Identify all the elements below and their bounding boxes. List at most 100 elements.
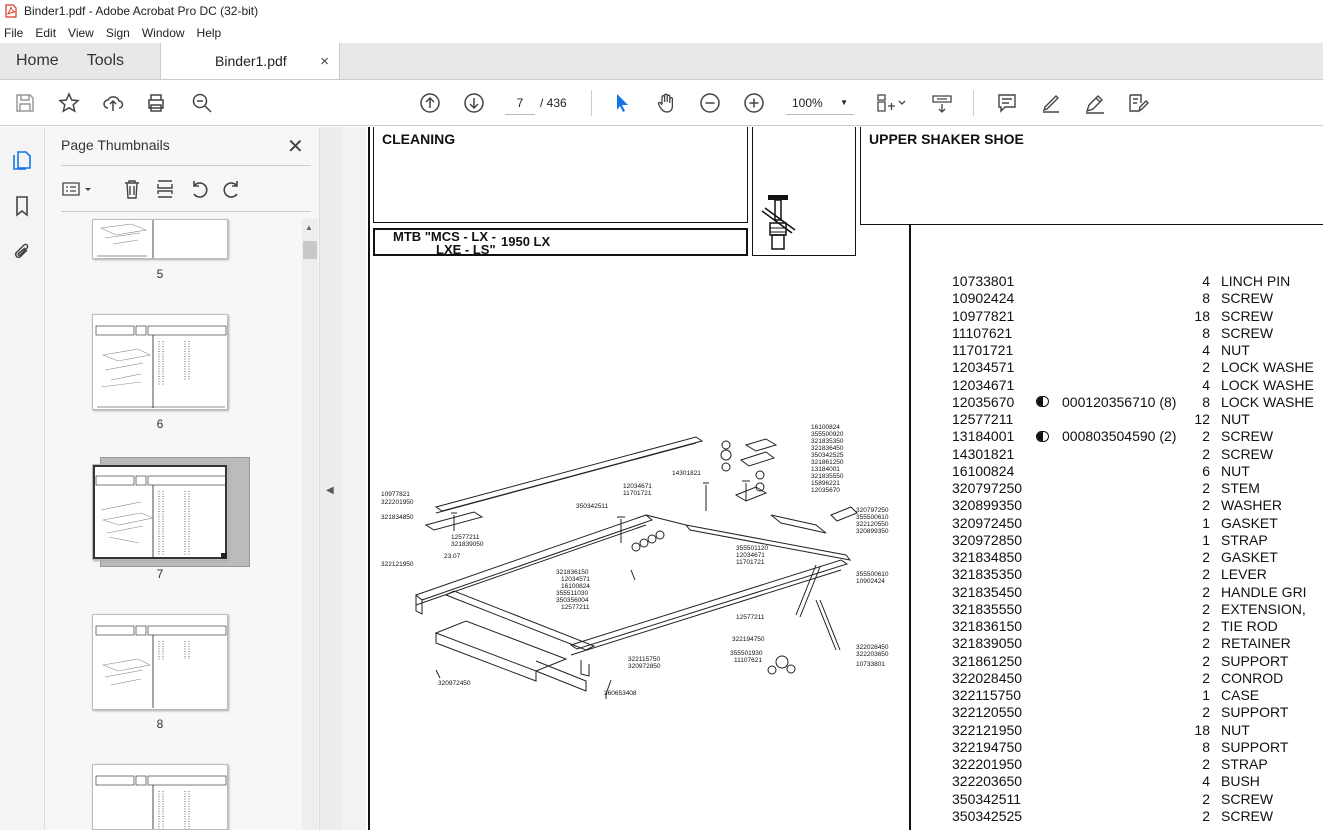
close-tab-icon[interactable]: × (320, 53, 329, 70)
part-number: 14301821 (952, 445, 1015, 462)
part-quantity: 2 (1202, 549, 1210, 565)
part-number: 11107621 (952, 324, 1013, 341)
print-icon[interactable] (144, 91, 168, 115)
rotate-cw-icon[interactable] (221, 178, 243, 203)
extract-page-icon[interactable] (154, 178, 176, 203)
collapse-panel-icon[interactable]: ◀ (326, 485, 334, 496)
zoom-in-icon[interactable] (742, 91, 766, 115)
fill-sign-icon[interactable] (1126, 91, 1150, 115)
find-zoom-icon[interactable] (190, 91, 214, 115)
close-panel-icon[interactable]: ✕ (287, 134, 304, 159)
parts-row: 12034671 4 LOCK WASHE (366, 377, 1323, 394)
rotate-ccw-icon[interactable] (188, 178, 210, 203)
part-description: SUPPORT (1221, 704, 1289, 721)
thumbnails-panel: Page Thumbnails ✕ ▲ 5 6 7 8 (45, 127, 320, 830)
thumbnail-current-view-frame[interactable] (93, 465, 227, 559)
part-description: NUT (1221, 462, 1250, 479)
parts-row: 16100824 6 NUT (366, 463, 1323, 480)
model-line-2: LXE - LS" (436, 242, 496, 257)
thumbnail-page-7[interactable] (92, 464, 228, 560)
menu-window[interactable]: Window (142, 26, 185, 40)
part-number: 320972450 (952, 514, 1023, 531)
view-resize-handle[interactable] (221, 553, 227, 559)
menu-view[interactable]: View (68, 26, 94, 40)
menu-edit[interactable]: Edit (35, 26, 56, 40)
part-quantity: 2 (1202, 445, 1210, 462)
parts-row: 11107621 8 SCREW (366, 325, 1323, 342)
comment-icon[interactable] (995, 91, 1019, 115)
part-quantity: 12 (1194, 411, 1210, 427)
part-description: SUPPORT (1221, 738, 1289, 755)
next-page-icon[interactable] (462, 91, 486, 115)
part-number: 350342525 (952, 807, 1023, 824)
part-number: 12035670 (952, 393, 1015, 410)
menu-file[interactable]: File (4, 26, 23, 40)
part-number: 10977821 (952, 307, 1015, 324)
part-number: 322028450 (952, 669, 1023, 686)
part-description: SCREW (1221, 790, 1274, 807)
zoom-out-icon[interactable] (698, 91, 722, 115)
part-description: STRAP (1221, 531, 1268, 548)
delete-page-icon[interactable] (121, 178, 143, 203)
part-description: SCREW (1221, 324, 1274, 341)
part-description: SCREW (1221, 807, 1274, 824)
part-number: 11701721 (952, 342, 1014, 358)
parts-row: 322115750 1 CASE (366, 687, 1323, 704)
attachments-icon[interactable] (11, 241, 33, 263)
hand-tool-icon[interactable] (654, 91, 678, 115)
draw-sign-icon[interactable] (1083, 91, 1107, 115)
upload-icon[interactable] (101, 91, 125, 115)
parts-row: 321836150 2 TIE ROD (366, 618, 1323, 635)
scroll-mode-icon[interactable] (930, 91, 954, 115)
part-description: CASE (1221, 687, 1260, 703)
part-description: SCREW (1221, 307, 1274, 324)
tab-home[interactable]: Home (0, 43, 73, 79)
menu-sign[interactable]: Sign (106, 26, 130, 40)
bookmark-star-icon[interactable] (57, 91, 81, 115)
bookmarks-icon[interactable] (11, 195, 33, 217)
half-filled-circle-icon (1036, 430, 1049, 442)
parts-row: 320797250 2 STEM (366, 480, 1323, 497)
thumbnail-scrollbar[interactable]: ▲ (302, 219, 318, 830)
parts-row: 321861250 2 SUPPORT (366, 653, 1323, 670)
pdf-page: CLEANING MTB "MCS - LX - LXE - LS" 1950 … (366, 127, 1323, 830)
select-cursor-icon[interactable] (610, 91, 634, 115)
part-number: 10902424 (952, 290, 1015, 307)
parts-row: 322120550 2 SUPPORT (366, 704, 1323, 721)
zoom-value: 100% (792, 95, 823, 110)
part-description: NUT (1221, 411, 1250, 427)
part-number: 321835450 (952, 583, 1023, 600)
highlight-pen-icon[interactable] (1039, 91, 1063, 115)
parts-row: 322028450 2 CONROD (366, 670, 1323, 687)
page-number-input[interactable]: 7 (505, 91, 535, 115)
part-quantity: 4 (1202, 376, 1210, 393)
tab-tools[interactable]: Tools (73, 43, 138, 79)
tab-document[interactable]: Binder1.pdf × (160, 43, 341, 79)
part-description: LEVER (1221, 566, 1267, 583)
part-description: BUSH (1221, 773, 1260, 790)
page-thumbnails-icon[interactable] (11, 149, 33, 171)
part-number: 320972850 (952, 531, 1023, 548)
part-description: HANDLE GRI (1221, 583, 1307, 600)
thumbnail-options-icon[interactable] (61, 179, 95, 202)
part-quantity: 2 (1202, 600, 1210, 617)
zoom-select[interactable]: 100% ▼ (786, 91, 854, 115)
part-number: 12034671 (952, 376, 1015, 393)
save-icon[interactable] (13, 91, 37, 115)
thumbnail-page-6[interactable] (92, 314, 228, 410)
part-quantity: 2 (1202, 790, 1210, 807)
panel-collapse-bar[interactable]: ◀ (320, 127, 342, 830)
thumbnail-page-8[interactable] (92, 614, 228, 710)
page-fit-icon[interactable] (874, 91, 910, 115)
parts-row: 320899350 2 WASHER (366, 497, 1323, 514)
parts-row: 12034571 2 LOCK WASHE (366, 359, 1323, 376)
menu-help[interactable]: Help (197, 26, 222, 40)
scrollbar-thumb[interactable] (303, 241, 317, 259)
part-title: UPPER SHAKER SHOE (869, 131, 1024, 147)
previous-page-icon[interactable] (418, 91, 442, 115)
thumbnail-page-9[interactable] (92, 764, 228, 830)
thumbnail-page-5[interactable] (92, 219, 228, 259)
part-number: 12034571 (952, 359, 1015, 376)
document-view[interactable]: CLEANING MTB "MCS - LX - LXE - LS" 1950 … (342, 127, 1323, 830)
scroll-up-icon[interactable]: ▲ (305, 223, 313, 232)
